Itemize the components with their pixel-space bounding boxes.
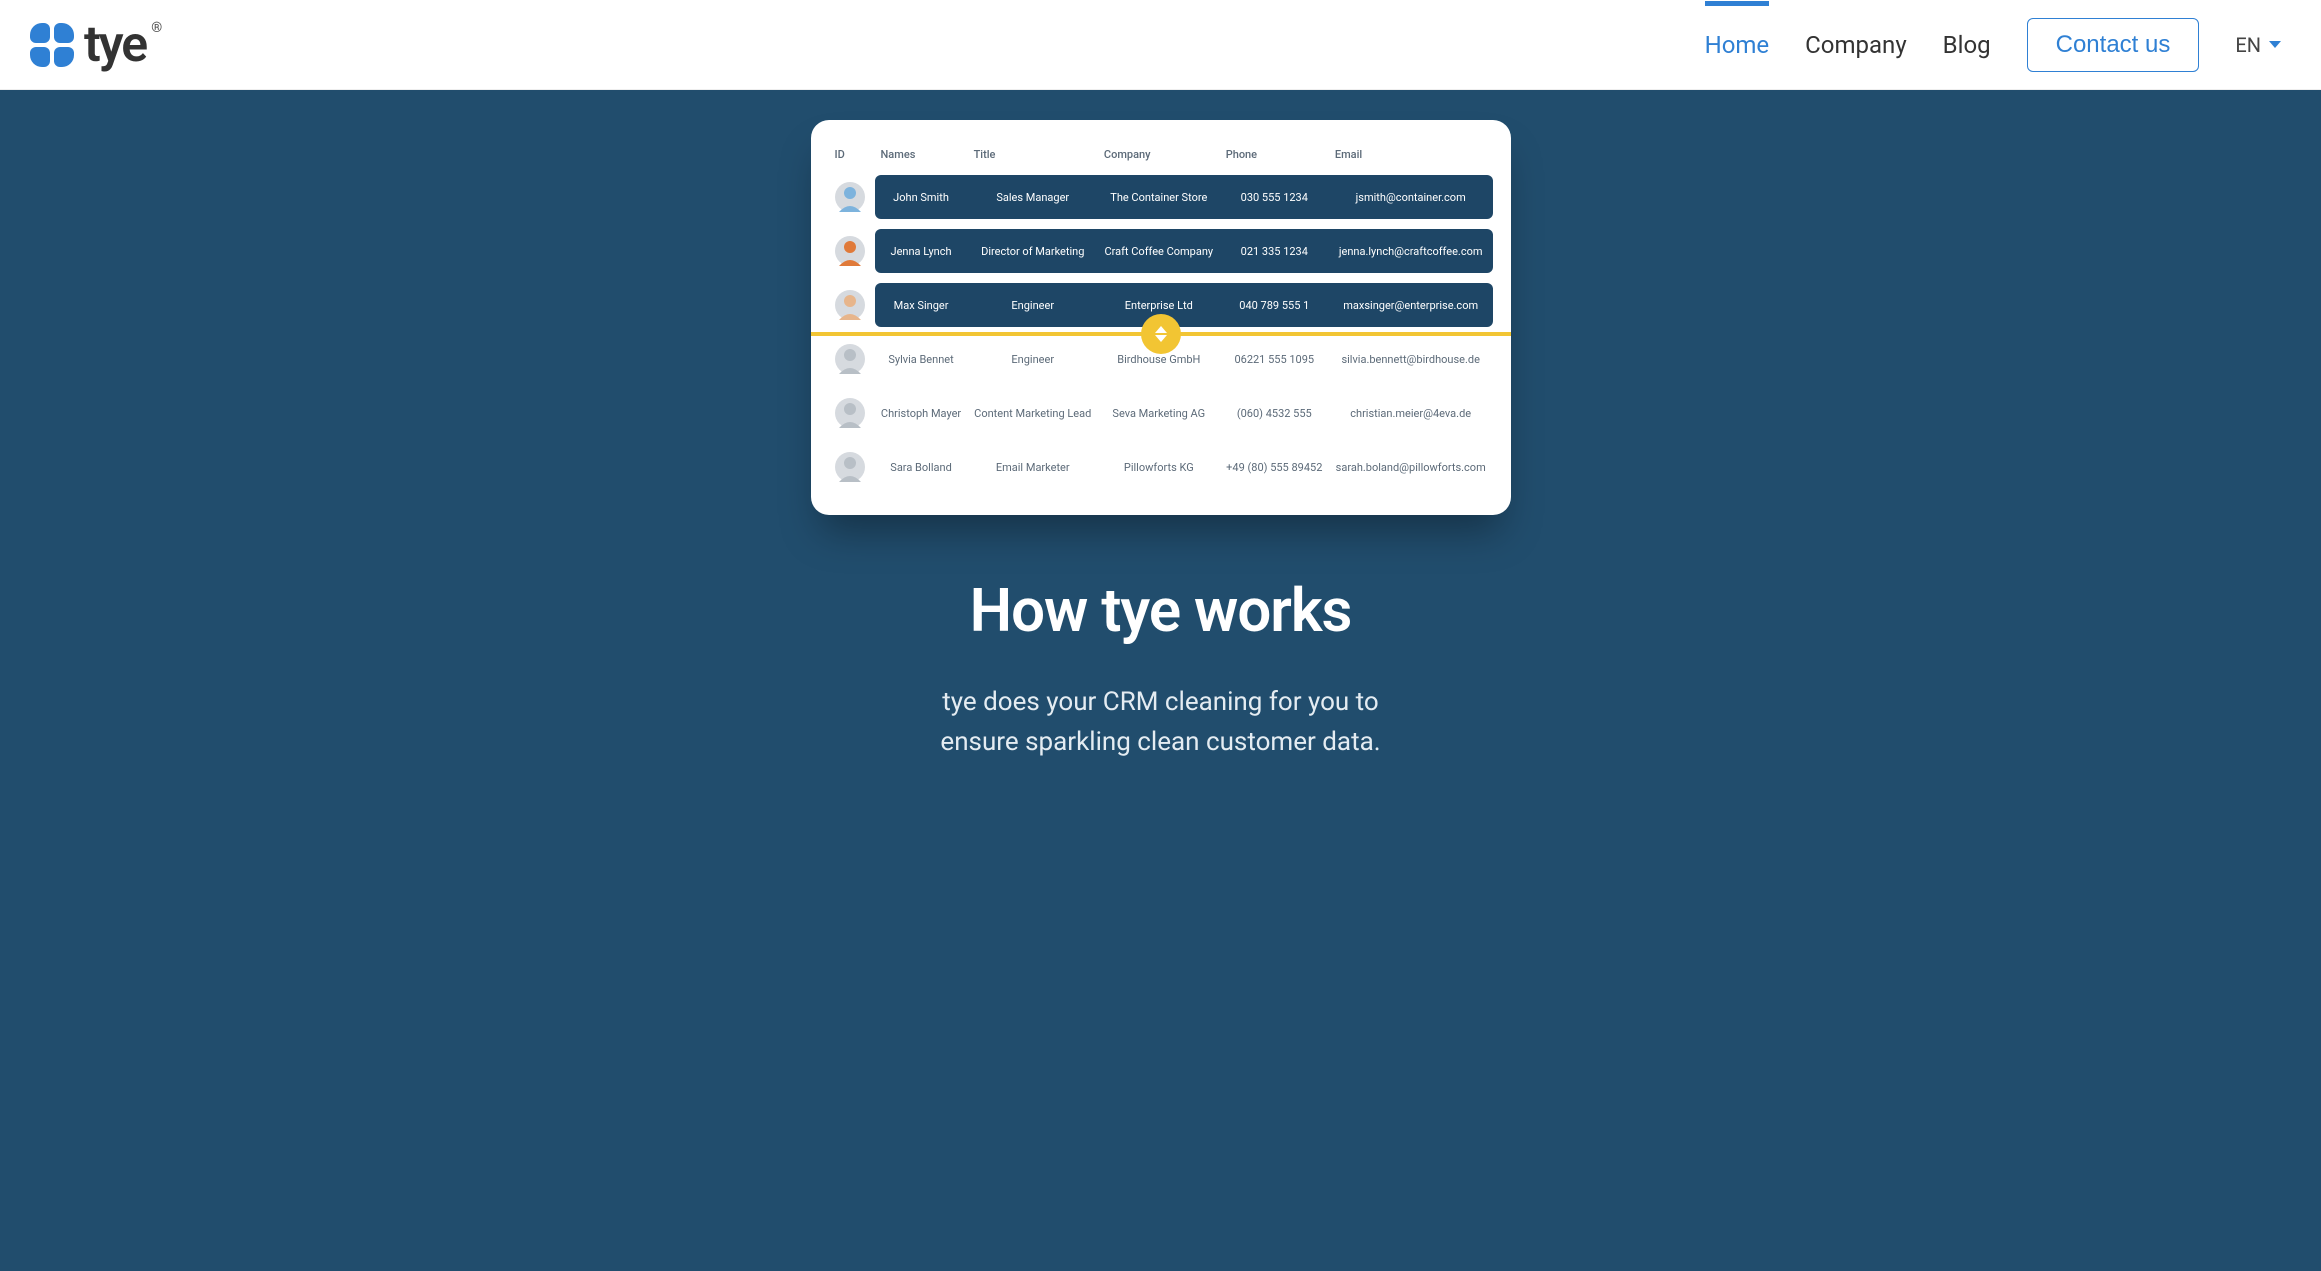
avatar	[835, 236, 865, 266]
col-phone: Phone	[1220, 144, 1329, 175]
logo-icon	[30, 23, 74, 67]
cell-title: Engineer	[968, 337, 1098, 381]
cell-title: Director of Marketing	[968, 229, 1098, 273]
cell-email: christian.meier@4eva.de	[1329, 391, 1493, 435]
contact-us-button[interactable]: Contact us	[2027, 18, 2200, 72]
caret-up-icon	[1155, 326, 1167, 333]
cell-name: Sylvia Bennet	[875, 337, 968, 381]
cell-name: Jenna Lynch	[875, 229, 968, 273]
cell-phone: 030 555 1234	[1220, 175, 1329, 219]
hero-section: ID Names Title Company Phone Email John …	[0, 90, 2321, 843]
cell-phone: (060) 4532 555	[1220, 391, 1329, 435]
cell-company: Craft Coffee Company	[1098, 229, 1220, 273]
col-names: Names	[875, 144, 968, 175]
table-row: Sara BollandEmail MarketerPillowforts KG…	[829, 445, 1493, 489]
cell-title: Sales Manager	[968, 175, 1098, 219]
primary-nav: Home Company Blog Contact us EN	[1705, 3, 2281, 87]
cell-email: jsmith@container.com	[1329, 175, 1493, 219]
hero-subtitle: tye does your CRM cleaning for you to en…	[0, 682, 2321, 763]
cell-email: jenna.lynch@craftcoffee.com	[1329, 229, 1493, 273]
table-row: Christoph MayerContent Marketing LeadSev…	[829, 391, 1493, 435]
top-navigation: tye® Home Company Blog Contact us EN	[0, 0, 2321, 90]
col-email: Email	[1329, 144, 1493, 175]
hero-title: How tye works	[0, 575, 2321, 646]
language-selector[interactable]: EN	[2235, 33, 2281, 57]
avatar	[835, 344, 865, 374]
language-label: EN	[2235, 33, 2261, 57]
avatar	[835, 452, 865, 482]
brand-logo[interactable]: tye®	[30, 16, 146, 74]
cell-name: Max Singer	[875, 283, 968, 327]
crm-preview-card: ID Names Title Company Phone Email John …	[811, 120, 1511, 515]
cell-company: The Container Store	[1098, 175, 1220, 219]
chevron-down-icon	[2269, 41, 2281, 48]
cell-name: John Smith	[875, 175, 968, 219]
nav-company[interactable]: Company	[1805, 3, 1907, 87]
cell-email: silvia.bennett@birdhouse.de	[1329, 337, 1493, 381]
cell-company: Pillowforts KG	[1098, 445, 1220, 489]
cell-name: Sara Bolland	[875, 445, 968, 489]
avatar	[835, 182, 865, 212]
nav-home[interactable]: Home	[1705, 3, 1770, 87]
cell-phone: 040 789 555 1	[1220, 283, 1329, 327]
avatar	[835, 398, 865, 428]
cell-name: Christoph Mayer	[875, 391, 968, 435]
cell-phone: 06221 555 1095	[1220, 337, 1329, 381]
col-title: Title	[968, 144, 1098, 175]
caret-down-icon	[1155, 335, 1167, 342]
cell-title: Email Marketer	[968, 445, 1098, 489]
cell-title: Engineer	[968, 283, 1098, 327]
cell-title: Content Marketing Lead	[968, 391, 1098, 435]
cell-email: sarah.boland@pillowforts.com	[1329, 445, 1493, 489]
cell-company: Seva Marketing AG	[1098, 391, 1220, 435]
cell-phone: +49 (80) 555 89452	[1220, 445, 1329, 489]
table-header-row: ID Names Title Company Phone Email	[829, 144, 1493, 175]
nav-blog[interactable]: Blog	[1943, 3, 1991, 87]
brand-name: tye®	[84, 16, 146, 74]
cell-phone: 021 335 1234	[1220, 229, 1329, 273]
table-row: Jenna LynchDirector of MarketingCraft Co…	[829, 229, 1493, 273]
col-company: Company	[1098, 144, 1220, 175]
col-id: ID	[829, 144, 875, 175]
avatar	[835, 290, 865, 320]
table-row: John SmithSales ManagerThe Container Sto…	[829, 175, 1493, 219]
comparison-slider-handle[interactable]	[1141, 314, 1181, 354]
cell-email: maxsinger@enterprise.com	[1329, 283, 1493, 327]
